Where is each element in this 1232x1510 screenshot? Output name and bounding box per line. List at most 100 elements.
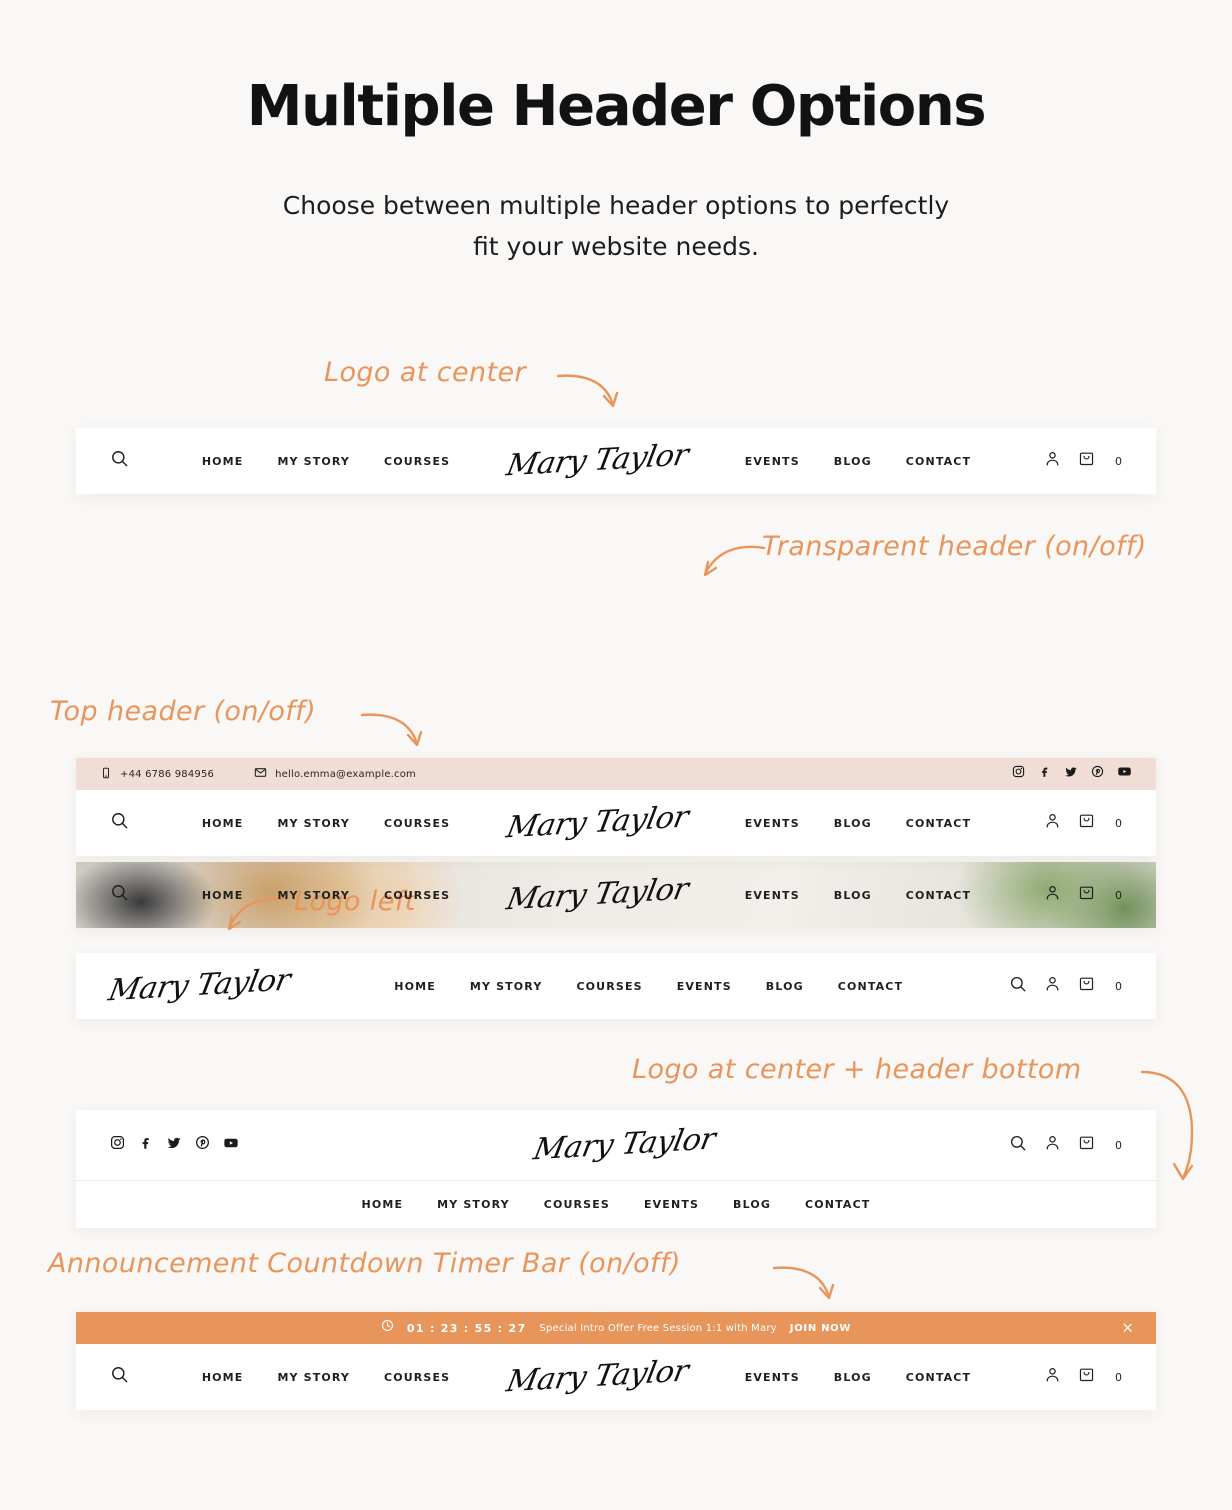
mail-icon [254,766,267,782]
nav-item-events[interactable]: EVENTS [745,455,800,468]
shopping-bag-icon[interactable] [1078,975,1095,997]
nav-item-blog[interactable]: BLOG [834,455,872,468]
user-icon[interactable] [1044,884,1061,906]
secondary-nav[interactable]: HOME MY STORY COURSES EVENTS BLOG CONTAC… [362,1198,871,1211]
nav-item-blog[interactable]: BLOG [834,1371,872,1384]
shopping-bag-icon[interactable] [1078,884,1095,906]
nav-item-events[interactable]: EVENTS [745,889,800,902]
nav-item-courses[interactable]: COURSES [384,889,450,902]
site-logo[interactable]: Mary Taylor [504,1354,691,1400]
nav-item-blog[interactable]: BLOG [834,817,872,830]
primary-nav-left[interactable]: HOME MY STORY COURSES [202,817,450,830]
header-bar: Mary Taylor HOME MY STORY COURSES EVENTS… [76,953,1156,1019]
nav-item-contact[interactable]: CONTACT [906,1371,971,1384]
instagram-icon[interactable] [1012,765,1025,783]
nav-item-contact[interactable]: CONTACT [906,817,971,830]
cart-count: 0 [1115,1370,1122,1384]
pinterest-icon[interactable] [1091,765,1104,783]
announcement-countdown-bar: 01 : 23 : 55 : 27 Special Intro Offer Fr… [76,1312,1156,1344]
primary-nav-right[interactable]: EVENTS BLOG CONTACT [745,817,971,830]
search-icon[interactable] [1009,975,1027,998]
twitter-icon[interactable] [166,1135,182,1156]
facebook-icon[interactable] [138,1135,153,1155]
youtube-icon[interactable] [1117,764,1132,784]
nav-item-courses[interactable]: COURSES [384,455,450,468]
primary-nav[interactable]: HOME MY STORY COURSES EVENTS BLOG CONTAC… [394,980,903,993]
header-with-topbar: +44 6786 984956 hello.emma@example.com H… [76,758,1156,856]
twitter-icon[interactable] [1064,765,1078,784]
announcement-content: 01 : 23 : 55 : 27 Special Intro Offer Fr… [381,1319,851,1337]
topbar-social-links [1012,764,1132,784]
nav-item-home[interactable]: HOME [202,1371,244,1384]
nav-item-contact[interactable]: CONTACT [906,455,971,468]
user-icon[interactable] [1044,450,1061,472]
user-icon[interactable] [1044,1366,1061,1388]
instagram-icon[interactable] [110,1135,125,1155]
nav-item-courses[interactable]: COURSES [576,980,642,993]
header-bar: Mary Taylor 0 [76,1110,1156,1180]
search-icon[interactable] [1009,1134,1027,1157]
nav-item-my-story[interactable]: MY STORY [277,889,350,902]
nav-item-courses[interactable]: COURSES [384,1371,450,1384]
nav-item-events[interactable]: EVENTS [644,1198,699,1211]
site-logo[interactable]: Mary Taylor [106,963,293,1009]
nav-item-home[interactable]: HOME [394,980,436,993]
nav-item-events[interactable]: EVENTS [677,980,732,993]
topbar-phone[interactable]: +44 6786 984956 [100,767,214,782]
nav-item-my-story[interactable]: MY STORY [277,455,350,468]
pinterest-icon[interactable] [195,1135,210,1155]
nav-item-contact[interactable]: CONTACT [805,1198,870,1211]
primary-nav-left[interactable]: HOME MY STORY COURSES [202,889,450,902]
primary-nav-right[interactable]: EVENTS BLOG CONTACT [745,889,971,902]
nav-item-courses[interactable]: COURSES [544,1198,610,1211]
shopping-bag-icon[interactable] [1078,812,1095,834]
nav-item-blog[interactable]: BLOG [834,889,872,902]
arrow-down-right-icon [556,374,619,408]
intro-section: Multiple Header Options Choose between m… [0,0,1232,267]
header-icons: 0 [1044,812,1122,834]
user-icon[interactable] [1044,1134,1061,1156]
primary-nav-left[interactable]: HOME MY STORY COURSES [202,455,450,468]
nav-item-blog[interactable]: BLOG [766,980,804,993]
header-icons: 0 [1009,1134,1122,1157]
nav-item-my-story[interactable]: MY STORY [277,817,350,830]
user-icon[interactable] [1044,975,1061,997]
site-logo[interactable]: Mary Taylor [504,800,691,846]
nav-item-courses[interactable]: COURSES [384,817,450,830]
nav-item-home[interactable]: HOME [202,889,244,902]
nav-item-events[interactable]: EVENTS [745,1371,800,1384]
header-logo-center-bottom-nav: Mary Taylor 0 HOME MY STORY COURSES EVEN… [76,1110,1156,1228]
primary-nav-left[interactable]: HOME MY STORY COURSES [202,1371,450,1384]
nav-item-contact[interactable]: CONTACT [906,889,971,902]
site-logo[interactable]: Mary Taylor [504,438,691,484]
search-icon[interactable] [110,449,129,473]
nav-item-blog[interactable]: BLOG [733,1198,771,1211]
nav-item-events[interactable]: EVENTS [745,817,800,830]
nav-item-contact[interactable]: CONTACT [838,980,903,993]
youtube-icon[interactable] [223,1135,239,1156]
primary-nav-right[interactable]: EVENTS BLOG CONTACT [745,455,971,468]
top-contact-bar: +44 6786 984956 hello.emma@example.com [76,758,1156,790]
search-icon[interactable] [110,811,129,835]
site-logo[interactable]: Mary Taylor [504,872,691,918]
nav-item-my-story[interactable]: MY STORY [277,1371,350,1384]
shopping-bag-icon[interactable] [1078,1134,1095,1156]
header-social-links [110,1135,239,1156]
shopping-bag-icon[interactable] [1078,450,1095,472]
user-icon[interactable] [1044,812,1061,834]
facebook-icon[interactable] [1038,765,1051,783]
nav-item-home[interactable]: HOME [202,455,244,468]
primary-nav-right[interactable]: EVENTS BLOG CONTACT [745,1371,971,1384]
close-icon[interactable]: × [1121,1320,1134,1336]
topbar-email[interactable]: hello.emma@example.com [254,766,416,782]
nav-item-home[interactable]: HOME [202,817,244,830]
search-icon[interactable] [110,883,129,907]
site-logo[interactable]: Mary Taylor [530,1122,717,1168]
search-icon[interactable] [110,1365,129,1389]
nav-item-my-story[interactable]: MY STORY [437,1198,510,1211]
shopping-bag-icon[interactable] [1078,1366,1095,1388]
nav-item-my-story[interactable]: MY STORY [470,980,543,993]
cart-count: 0 [1115,979,1122,993]
join-now-button[interactable]: JOIN NOW [790,1323,851,1334]
nav-item-home[interactable]: HOME [362,1198,404,1211]
